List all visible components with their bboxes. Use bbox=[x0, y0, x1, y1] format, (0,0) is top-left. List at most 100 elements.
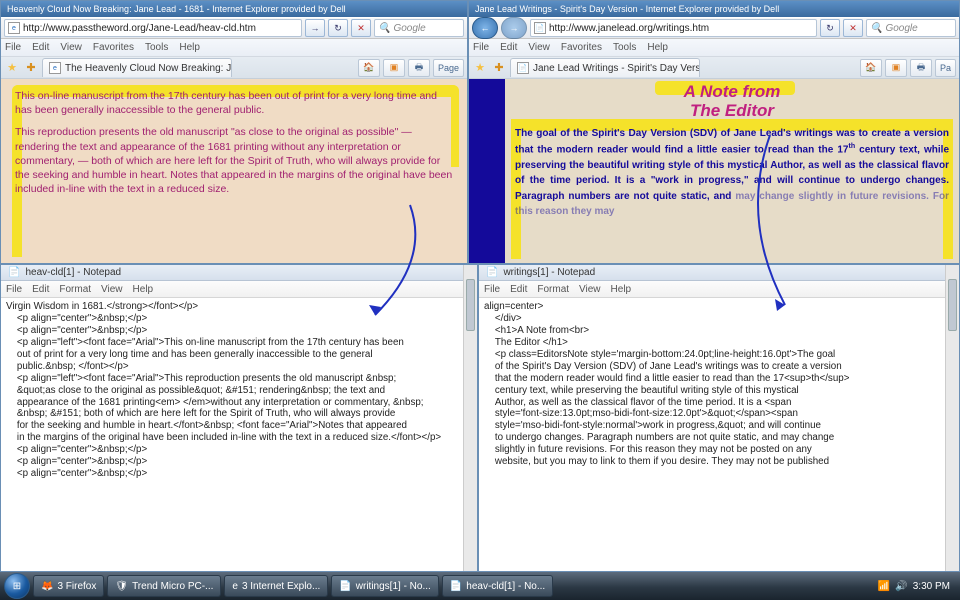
search-input[interactable]: 🔍Google bbox=[374, 19, 464, 37]
forward-button[interactable]: → bbox=[501, 17, 527, 39]
add-favorite-icon[interactable]: ✚ bbox=[491, 60, 507, 76]
menu-file[interactable]: File bbox=[484, 284, 500, 295]
tray-volume-icon[interactable]: 🔊 bbox=[895, 581, 907, 592]
menu-help[interactable]: Help bbox=[611, 284, 632, 295]
menu-file[interactable]: File bbox=[473, 42, 489, 53]
menu-bar: File Edit Format View Help bbox=[479, 281, 959, 298]
notepad-window-left: 📄heav-cld[1] - Notepad File Edit Format … bbox=[0, 264, 478, 572]
titlebar[interactable]: Jane Lead Writings - Spirit's Day Versio… bbox=[469, 1, 959, 17]
scrollbar[interactable] bbox=[945, 298, 959, 571]
app-icon: 🦊 bbox=[41, 581, 53, 592]
tab-bar: ★ ✚ eThe Heavenly Cloud Now Breaking: Ja… bbox=[1, 57, 467, 79]
paragraph: This reproduction presents the old manus… bbox=[15, 125, 453, 196]
scrollbar[interactable] bbox=[463, 298, 477, 571]
feeds-button[interactable]: ▣ bbox=[383, 59, 405, 77]
tab-bar: ★ ✚ 📄Jane Lead Writings - Spirit's Day V… bbox=[469, 57, 959, 79]
stop-button[interactable]: ✕ bbox=[351, 19, 371, 37]
search-icon: 🔍 bbox=[870, 23, 882, 34]
address-area: e http://www.passtheword.org/Jane-Lead/h… bbox=[4, 19, 302, 37]
menu-bar: File Edit View Favorites Tools Help bbox=[1, 39, 467, 57]
taskbar-item[interactable]: e3 Internet Explo... bbox=[224, 575, 328, 597]
favorites-star-icon[interactable]: ★ bbox=[472, 60, 488, 76]
app-icon: 📄 bbox=[450, 581, 462, 592]
menu-view[interactable]: View bbox=[528, 42, 550, 53]
paragraph: The goal of the Spirit's Day Version (SD… bbox=[515, 126, 949, 219]
page-heading: A Note fromThe Editor bbox=[515, 83, 949, 120]
search-input[interactable]: 🔍Google bbox=[866, 19, 956, 37]
go-button[interactable]: → bbox=[305, 19, 325, 37]
menu-bar: File Edit Format View Help bbox=[1, 281, 477, 298]
menu-edit[interactable]: Edit bbox=[500, 42, 517, 53]
favorites-star-icon[interactable]: ★ bbox=[4, 60, 20, 76]
ie-window-left: Heavenly Cloud Now Breaking: Jane Lead -… bbox=[0, 0, 468, 264]
menu-file[interactable]: File bbox=[6, 284, 22, 295]
home-button[interactable]: 🏠 bbox=[860, 59, 882, 77]
page-menu-button[interactable]: Pa bbox=[935, 59, 956, 77]
page-icon: e bbox=[8, 22, 20, 34]
taskbar-item[interactable]: 📄heav-cld[1] - No... bbox=[442, 575, 553, 597]
add-favorite-icon[interactable]: ✚ bbox=[23, 60, 39, 76]
print-button[interactable]: 🖶 bbox=[910, 59, 932, 77]
url-text: http://www.janelead.org/writings.htm bbox=[549, 23, 709, 34]
web-content: This on-line manuscript from the 17th ce… bbox=[1, 79, 467, 263]
url-text: http://www.passtheword.org/Jane-Lead/hea… bbox=[23, 23, 256, 34]
paragraph: This on-line manuscript from the 17th ce… bbox=[15, 89, 453, 117]
menu-help[interactable]: Help bbox=[647, 42, 668, 53]
stop-button[interactable]: ✕ bbox=[843, 19, 863, 37]
menu-edit[interactable]: Edit bbox=[32, 284, 49, 295]
address-input[interactable]: 📄 http://www.janelead.org/writings.htm bbox=[530, 19, 817, 37]
menu-help[interactable]: Help bbox=[133, 284, 154, 295]
text-area[interactable]: Virgin Wisdom in 1681.</strong></font></… bbox=[1, 298, 477, 571]
notepad-icon: 📄 bbox=[8, 267, 20, 278]
menu-file[interactable]: File bbox=[5, 42, 21, 53]
system-tray[interactable]: 📶 🔊 3:30 PM bbox=[878, 581, 956, 592]
menu-format[interactable]: Format bbox=[537, 284, 569, 295]
taskbar-item[interactable]: 🦊3 Firefox bbox=[33, 575, 104, 597]
page-menu-button[interactable]: Page bbox=[433, 59, 464, 77]
taskbar-item[interactable]: 📄writings[1] - No... bbox=[331, 575, 438, 597]
print-button[interactable]: 🖶 bbox=[408, 59, 430, 77]
refresh-button[interactable]: ↻ bbox=[328, 19, 348, 37]
back-button[interactable]: ← bbox=[472, 17, 498, 39]
tab[interactable]: 📄Jane Lead Writings - Spirit's Day Versi… bbox=[510, 58, 700, 77]
feeds-button[interactable]: ▣ bbox=[885, 59, 907, 77]
tab[interactable]: eThe Heavenly Cloud Now Breaking: Ja... bbox=[42, 58, 232, 77]
menu-favorites[interactable]: Favorites bbox=[93, 42, 134, 53]
title-text: Heavenly Cloud Now Breaking: Jane Lead -… bbox=[7, 4, 346, 14]
ie-window-right: Jane Lead Writings - Spirit's Day Versio… bbox=[468, 0, 960, 264]
content-body: A Note fromThe Editor The goal of the Sp… bbox=[505, 79, 959, 263]
address-area: 📄 http://www.janelead.org/writings.htm bbox=[530, 19, 817, 37]
titlebar[interactable]: 📄writings[1] - Notepad bbox=[479, 265, 959, 281]
menu-favorites[interactable]: Favorites bbox=[561, 42, 602, 53]
sidebar-margin bbox=[469, 79, 505, 263]
app-icon: 📄 bbox=[339, 581, 351, 592]
clock[interactable]: 3:30 PM bbox=[913, 581, 950, 592]
address-input[interactable]: e http://www.passtheword.org/Jane-Lead/h… bbox=[4, 19, 302, 37]
title-text: Jane Lead Writings - Spirit's Day Versio… bbox=[475, 4, 779, 14]
home-button[interactable]: 🏠 bbox=[358, 59, 380, 77]
page-icon: 📄 bbox=[534, 22, 546, 34]
menu-view[interactable]: View bbox=[60, 42, 82, 53]
taskbar-item[interactable]: 🛡Trend Micro PC-... bbox=[107, 575, 221, 597]
titlebar[interactable]: 📄heav-cld[1] - Notepad bbox=[1, 265, 477, 281]
refresh-button[interactable]: ↻ bbox=[820, 19, 840, 37]
menu-edit[interactable]: Edit bbox=[510, 284, 527, 295]
menu-help[interactable]: Help bbox=[179, 42, 200, 53]
tray-network-icon[interactable]: 📶 bbox=[878, 581, 890, 592]
page-icon: e bbox=[49, 62, 61, 74]
app-icon: e bbox=[232, 581, 238, 592]
start-button[interactable]: ⊞ bbox=[4, 573, 30, 599]
nav-toolbar: e http://www.passtheword.org/Jane-Lead/h… bbox=[1, 17, 467, 39]
web-content: A Note fromThe Editor The goal of the Sp… bbox=[469, 79, 959, 263]
menu-view[interactable]: View bbox=[579, 284, 601, 295]
search-icon: 🔍 bbox=[378, 23, 390, 34]
titlebar[interactable]: Heavenly Cloud Now Breaking: Jane Lead -… bbox=[1, 1, 467, 17]
menu-tools[interactable]: Tools bbox=[145, 42, 168, 53]
menu-edit[interactable]: Edit bbox=[32, 42, 49, 53]
taskbar: ⊞ 🦊3 Firefox🛡Trend Micro PC-...e3 Intern… bbox=[0, 572, 960, 600]
menu-view[interactable]: View bbox=[101, 284, 123, 295]
menu-tools[interactable]: Tools bbox=[613, 42, 636, 53]
menu-format[interactable]: Format bbox=[59, 284, 91, 295]
app-icon: 🛡 bbox=[115, 581, 128, 592]
text-area[interactable]: align=center> </div> <h1>A Note from<br>… bbox=[479, 298, 959, 571]
